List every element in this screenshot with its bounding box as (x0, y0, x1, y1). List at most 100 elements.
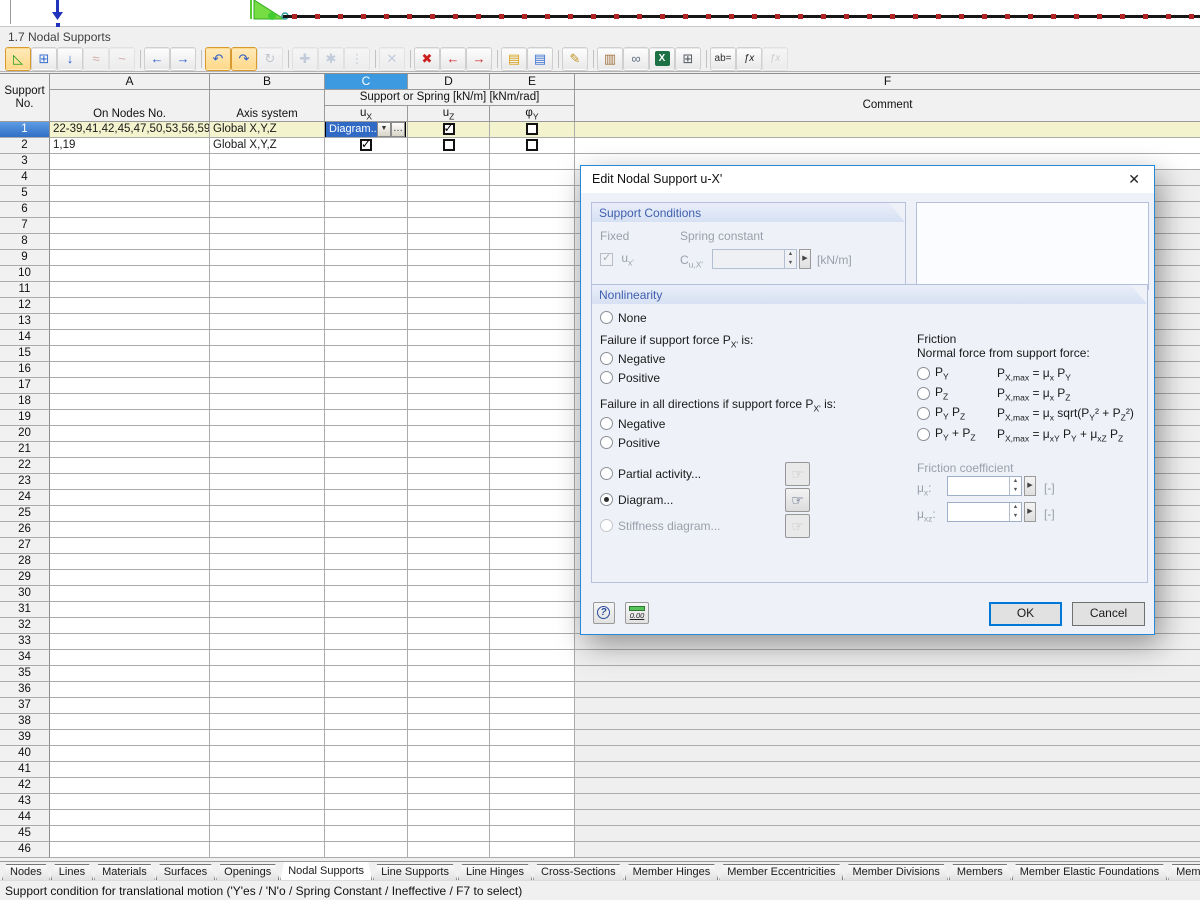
row-number-5[interactable]: 5 (0, 186, 50, 202)
cell-axis-row41[interactable] (210, 762, 325, 778)
cell-axis-row3[interactable] (210, 154, 325, 170)
cell-uz-row6[interactable] (408, 202, 490, 218)
cell-uz-row14[interactable] (408, 330, 490, 346)
cell-axis-row43[interactable] (210, 794, 325, 810)
cell-nodes-row29[interactable] (50, 570, 210, 586)
cell-comment-row43[interactable] (575, 794, 1200, 810)
cell-ux-row12[interactable] (325, 298, 408, 314)
cell-ux-row19[interactable] (325, 410, 408, 426)
radio-partial-activity[interactable]: Partial activity... (600, 466, 701, 482)
cell-nodes-row15[interactable] (50, 346, 210, 362)
cell-nodes-row43[interactable] (50, 794, 210, 810)
cell-uz-row45[interactable] (408, 826, 490, 842)
cell-nodes-row45[interactable] (50, 826, 210, 842)
cell-nodes-row5[interactable] (50, 186, 210, 202)
cell-comment-row35[interactable] (575, 666, 1200, 682)
delete-column-left-button[interactable]: ← (441, 48, 465, 70)
cell-ux-row13[interactable] (325, 314, 408, 330)
cell-nodes-row23[interactable] (50, 474, 210, 490)
close-icon[interactable]: ✕ (1128, 171, 1140, 188)
cell-phiy-row2[interactable] (490, 138, 575, 154)
undo-button[interactable]: ↶ (206, 48, 230, 70)
redo-button[interactable]: ↷ (232, 48, 256, 70)
cell-axis-row4[interactable] (210, 170, 325, 186)
cell-nodes-row16[interactable] (50, 362, 210, 378)
cell-uz-row4[interactable] (408, 170, 490, 186)
spinner-buttons[interactable]: ▲▼ (1009, 477, 1021, 495)
cell-phiy-row32[interactable] (490, 618, 575, 634)
cell-nodes-row28[interactable] (50, 554, 210, 570)
cell-ux-row43[interactable] (325, 794, 408, 810)
previous-table-button[interactable]: ← (145, 48, 169, 70)
cell-phiy-row46[interactable] (490, 842, 575, 858)
table-view-mode-button[interactable]: ◺ (6, 48, 30, 70)
cell-nodes-row13[interactable] (50, 314, 210, 330)
cell-ux-row26[interactable] (325, 522, 408, 538)
cell-axis-row18[interactable] (210, 394, 325, 410)
cell-comment-row1[interactable] (575, 122, 1200, 138)
delete-column-right-button[interactable]: → (467, 48, 491, 70)
cell-ux-row5[interactable] (325, 186, 408, 202)
cell-axis-row2[interactable]: Global X,Y,Z (210, 138, 325, 154)
phiy-checkbox-row1[interactable] (526, 123, 538, 135)
cell-phiy-row22[interactable] (490, 458, 575, 474)
cell-axis-row1[interactable]: Global X,Y,Z (210, 122, 325, 138)
cell-ux-row40[interactable] (325, 746, 408, 762)
cell-comment-row37[interactable] (575, 698, 1200, 714)
cell-ux-row24[interactable] (325, 490, 408, 506)
cell-uz-row21[interactable] (408, 442, 490, 458)
row-number-45[interactable]: 45 (0, 826, 50, 842)
spin-up-icon[interactable]: ▲ (1010, 503, 1021, 512)
cell-ux-row9[interactable] (325, 250, 408, 266)
cell-ux-row42[interactable] (325, 778, 408, 794)
cell-uz-row41[interactable] (408, 762, 490, 778)
cell-axis-row24[interactable] (210, 490, 325, 506)
cell-uz-row20[interactable] (408, 426, 490, 442)
cell-phiy-row7[interactable] (490, 218, 575, 234)
cell-axis-row23[interactable] (210, 474, 325, 490)
cell-nodes-row34[interactable] (50, 650, 210, 666)
cell-axis-row16[interactable] (210, 362, 325, 378)
cell-uz-row42[interactable] (408, 778, 490, 794)
ok-button[interactable]: OK (989, 602, 1062, 626)
cell-axis-row20[interactable] (210, 426, 325, 442)
cell-axis-row25[interactable] (210, 506, 325, 522)
cell-uz-row16[interactable] (408, 362, 490, 378)
cancel-button[interactable]: Cancel (1072, 602, 1145, 626)
tab-line-hinges[interactable]: Line Hinges (458, 864, 532, 880)
cell-ux-row11[interactable] (325, 282, 408, 298)
cell-comment-row41[interactable] (575, 762, 1200, 778)
cell-axis-row29[interactable] (210, 570, 325, 586)
cell-phiy-row39[interactable] (490, 730, 575, 746)
cell-phiy-row8[interactable] (490, 234, 575, 250)
cell-uz-row40[interactable] (408, 746, 490, 762)
radio-failure-all-negative[interactable]: Negative (600, 416, 665, 432)
spin-down-icon[interactable]: ▼ (1010, 486, 1021, 495)
row-number-38[interactable]: 38 (0, 714, 50, 730)
cell-nodes-row22[interactable] (50, 458, 210, 474)
cell-phiy-row5[interactable] (490, 186, 575, 202)
cell-nodes-row7[interactable] (50, 218, 210, 234)
row-number-44[interactable]: 44 (0, 810, 50, 826)
cell-comment-row39[interactable] (575, 730, 1200, 746)
cell-nodes-row1[interactable]: 22-39,41,42,45,47,50,53,56,59, (50, 122, 210, 138)
row-number-9[interactable]: 9 (0, 250, 50, 266)
row-number-35[interactable]: 35 (0, 666, 50, 682)
row-number-34[interactable]: 34 (0, 650, 50, 666)
cell-ux-row41[interactable] (325, 762, 408, 778)
row-number-21[interactable]: 21 (0, 442, 50, 458)
cell-uz-row35[interactable] (408, 666, 490, 682)
radio-diagram[interactable]: Diagram... (600, 492, 673, 508)
cell-ux-row37[interactable] (325, 698, 408, 714)
row-number-20[interactable]: 20 (0, 426, 50, 442)
cell-axis-row9[interactable] (210, 250, 325, 266)
cell-phiy-row38[interactable] (490, 714, 575, 730)
row-number-8[interactable]: 8 (0, 234, 50, 250)
cell-nodes-row4[interactable] (50, 170, 210, 186)
cell-ux-row3[interactable] (325, 154, 408, 170)
cell-axis-row38[interactable] (210, 714, 325, 730)
cell-axis-row40[interactable] (210, 746, 325, 762)
cell-ux-row33[interactable] (325, 634, 408, 650)
column-letter-D[interactable]: D (408, 74, 490, 90)
cell-ux-row29[interactable] (325, 570, 408, 586)
